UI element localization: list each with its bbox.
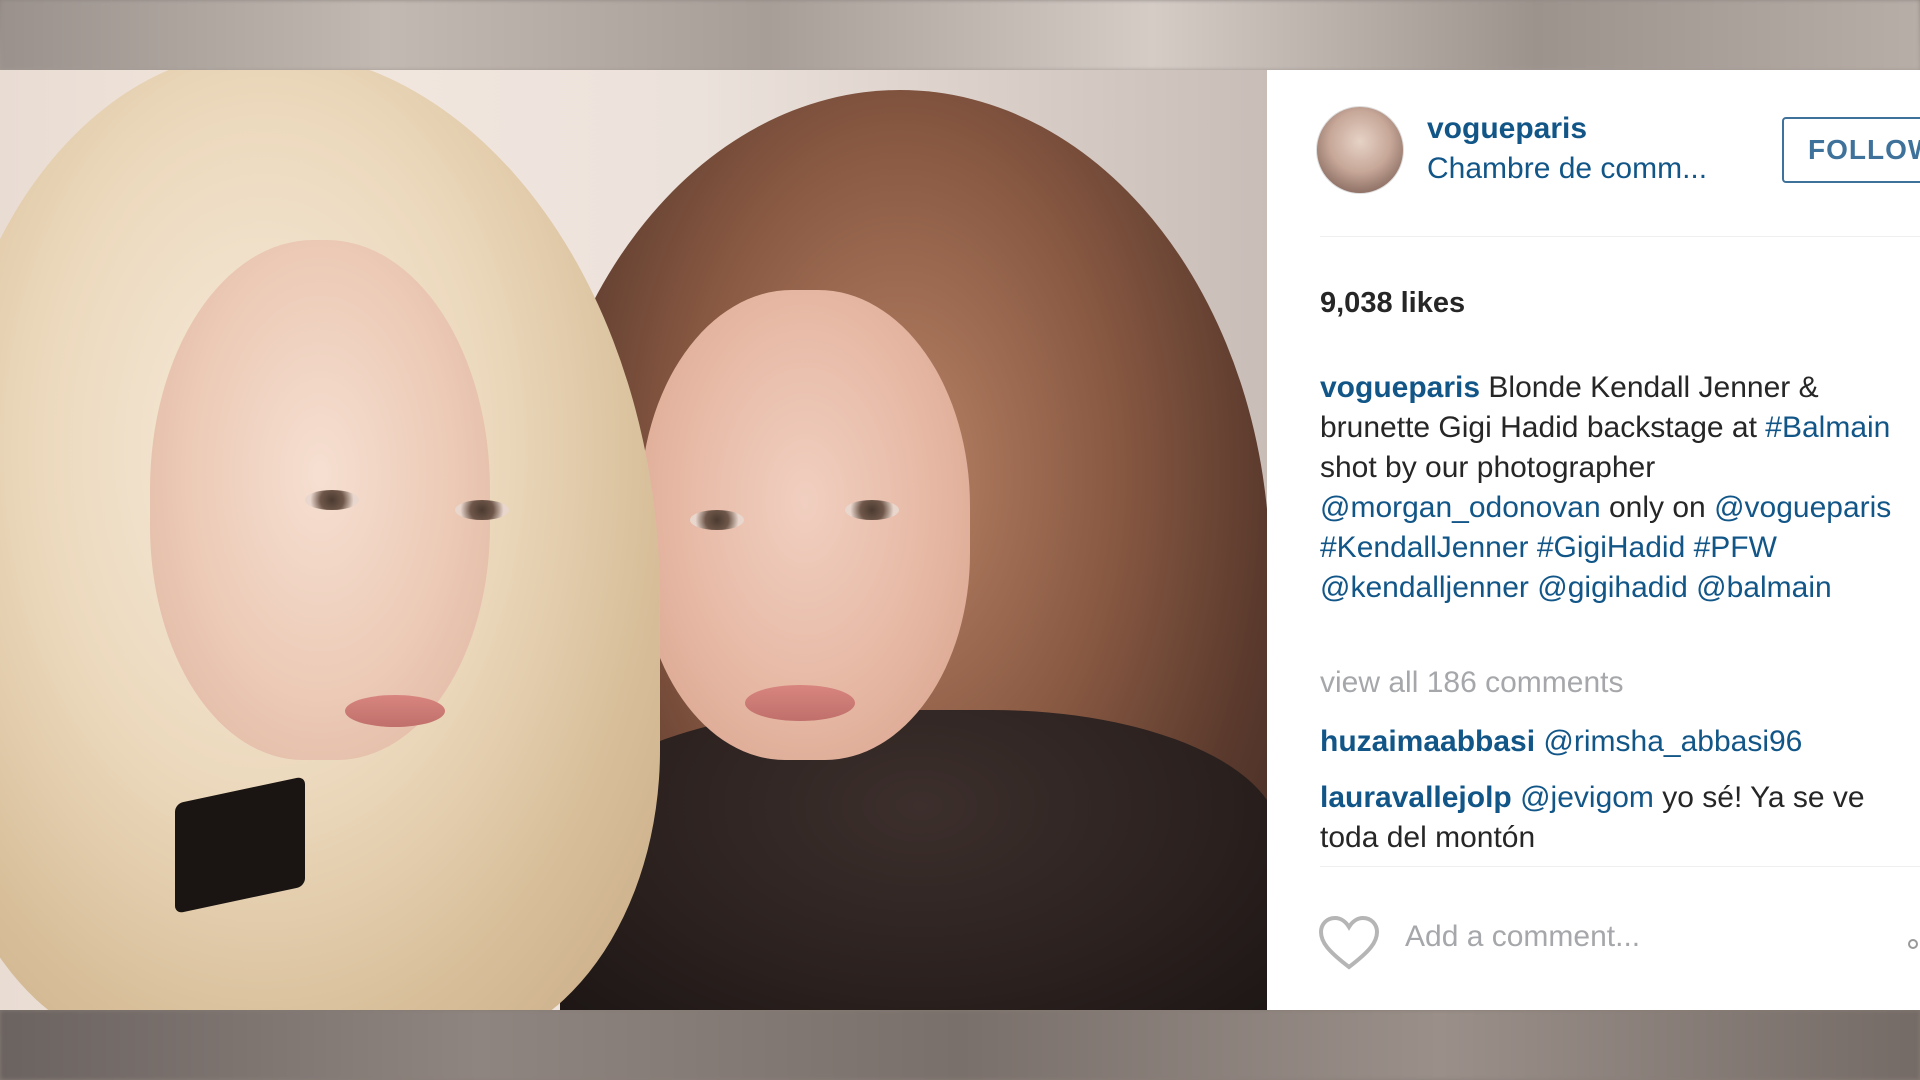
header-divider xyxy=(1320,236,1920,237)
comment-mention[interactable]: @jevigom xyxy=(1520,781,1654,814)
add-comment-input[interactable]: Add a comment... xyxy=(1405,920,1640,954)
comment-username[interactable]: lauravallejolp xyxy=(1320,781,1512,814)
heart-icon[interactable] xyxy=(1318,915,1380,971)
background-blur-top xyxy=(0,0,1920,70)
hashtag-kendalljenner[interactable]: #KendallJenner xyxy=(1320,531,1529,564)
caption-text: only on xyxy=(1600,491,1715,524)
caption-username[interactable]: vogueparis xyxy=(1320,371,1480,404)
mention-photographer[interactable]: @morgan_odonovan xyxy=(1320,491,1601,524)
view-all-comments-link[interactable]: view all 186 comments xyxy=(1320,666,1623,700)
comments-divider xyxy=(1320,866,1920,867)
comment-mention[interactable]: @rimsha_abbasi96 xyxy=(1543,725,1802,758)
mention-kendalljenner[interactable]: @kendalljenner xyxy=(1320,571,1529,604)
follow-button[interactable]: FOLLOW xyxy=(1782,117,1920,183)
hashtag-gigihadid[interactable]: #GigiHadid xyxy=(1537,531,1685,564)
mention-gigihadid[interactable]: @gigihadid xyxy=(1537,571,1688,604)
mention-vogueparis[interactable]: @vogueparis xyxy=(1714,491,1891,524)
likes-count[interactable]: 9,038 likes xyxy=(1320,287,1465,320)
post-photo xyxy=(0,70,1267,1010)
hashtag-pfw[interactable]: #PFW xyxy=(1694,531,1777,564)
post-username[interactable]: vogueparis xyxy=(1427,112,1587,146)
post-caption: vogueparis Blonde Kendall Jenner & brune… xyxy=(1320,368,1920,608)
post-location[interactable]: Chambre de comm... xyxy=(1427,152,1707,186)
more-options-icon[interactable] xyxy=(1908,939,1918,949)
avatar[interactable] xyxy=(1316,106,1404,194)
background-blur-bottom xyxy=(0,1010,1920,1080)
comment-item: huzaimaabbasi @rimsha_abbasi96 xyxy=(1320,722,1920,762)
comment-username[interactable]: huzaimaabbasi xyxy=(1320,725,1535,758)
caption-text: shot by our photographer xyxy=(1320,451,1656,484)
comment-item: lauravallejolp @jevigom yo sé! Ya se ve … xyxy=(1320,778,1920,858)
mention-balmain[interactable]: @balmain xyxy=(1696,571,1832,604)
hashtag-balmain[interactable]: #Balmain xyxy=(1765,411,1890,444)
